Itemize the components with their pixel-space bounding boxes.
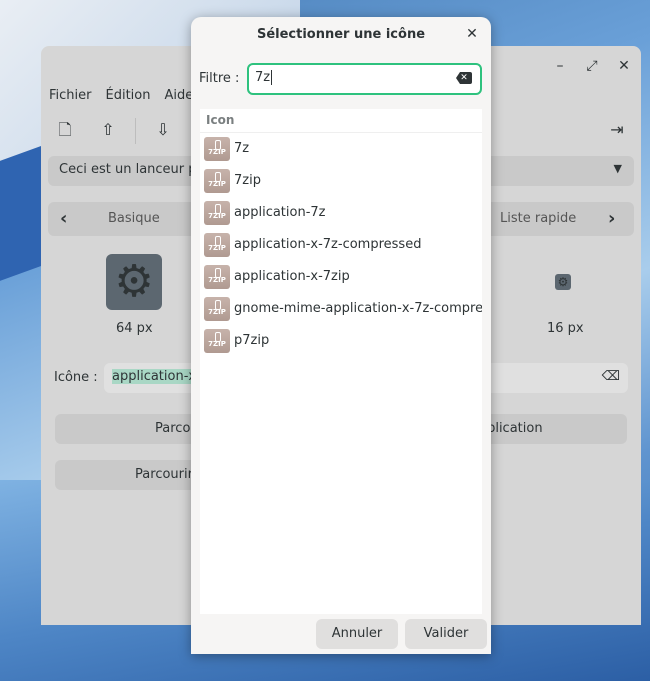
download-icon[interactable]: ⇩ xyxy=(153,120,173,140)
list-item[interactable]: 7ZIP 7z xyxy=(200,133,482,165)
upload-icon[interactable]: ⇧ xyxy=(98,120,118,140)
close-icon[interactable]: ✕ xyxy=(615,57,633,75)
menu-edition[interactable]: Édition xyxy=(106,88,151,103)
clear-icon[interactable]: ⌫ xyxy=(602,369,620,384)
7zip-archive-icon: 7ZIP xyxy=(204,233,230,257)
list-column-header[interactable]: Icon xyxy=(200,109,482,133)
list-item-label: p7zip xyxy=(234,333,270,348)
list-item-label: 7z xyxy=(234,141,250,156)
chevron-down-icon: ▼ xyxy=(613,162,622,175)
gear-icon: ⚙ xyxy=(555,274,571,290)
filter-value: 7z xyxy=(255,70,271,85)
list-item-label: application-7z xyxy=(234,205,326,220)
exit-icon[interactable]: ⇥ xyxy=(607,120,627,140)
list-item[interactable]: 7ZIP gnome-mime-application-x-7z-compre xyxy=(200,293,482,325)
list-item-label: application-x-7z-compressed xyxy=(234,237,422,252)
tab-liste-rapide[interactable]: Liste rapide xyxy=(500,211,576,226)
list-item[interactable]: 7ZIP application-7z xyxy=(200,197,482,229)
icon-list[interactable]: Icon 7ZIP 7z 7ZIP 7zip 7ZIP application-… xyxy=(200,109,482,614)
list-item[interactable]: 7ZIP p7zip xyxy=(200,325,482,357)
filter-label: Filtre : xyxy=(199,71,240,86)
new-file-icon[interactable]: 🗋 xyxy=(55,120,75,140)
7zip-archive-icon: 7ZIP xyxy=(204,201,230,225)
menu-fichier[interactable]: Fichier xyxy=(49,88,92,103)
gear-icon: ⚙ xyxy=(106,254,162,310)
menubar: Fichier Édition Aide xyxy=(49,88,193,103)
7zip-archive-icon: 7ZIP xyxy=(204,169,230,193)
ok-button[interactable]: Valider xyxy=(405,619,487,649)
menu-aide[interactable]: Aide xyxy=(164,88,193,103)
combo-value: Ceci est un lanceur p xyxy=(59,162,197,177)
list-item[interactable]: 7ZIP 7zip xyxy=(200,165,482,197)
toolbar-divider xyxy=(135,118,136,144)
dialog-title: Sélectionner une icône xyxy=(256,27,426,42)
chevron-left-icon[interactable]: ‹ xyxy=(60,208,67,229)
cancel-button[interactable]: Annuler xyxy=(316,619,398,649)
list-item-label: gnome-mime-application-x-7z-compre xyxy=(234,301,482,316)
minimize-icon[interactable]: – xyxy=(551,57,569,75)
clear-text-icon[interactable]: ✕ xyxy=(456,72,472,84)
7zip-archive-icon: 7ZIP xyxy=(204,265,230,289)
text-cursor xyxy=(271,70,273,85)
icon-name-value: application-x xyxy=(112,369,197,384)
chevron-right-icon[interactable]: › xyxy=(608,208,615,229)
ok-button-label: Valider xyxy=(423,626,469,641)
list-item[interactable]: 7ZIP application-x-7zip xyxy=(200,261,482,293)
list-item[interactable]: 7ZIP application-x-7z-compressed xyxy=(200,229,482,261)
cancel-button-label: Annuler xyxy=(331,626,383,641)
list-item-label: application-x-7zip xyxy=(234,269,350,284)
size-label-16: 16 px xyxy=(547,321,584,336)
7zip-archive-icon: 7ZIP xyxy=(204,297,230,321)
select-icon-dialog: Sélectionner une icône ✕ Filtre : 7z ✕ I… xyxy=(191,17,491,654)
list-item-label: 7zip xyxy=(234,173,261,188)
maximize-icon[interactable]: ⤢ xyxy=(583,57,601,75)
7zip-archive-icon: 7ZIP xyxy=(204,329,230,353)
size-label-64: 64 px xyxy=(116,321,153,336)
7zip-archive-icon: 7ZIP xyxy=(204,137,230,161)
close-icon[interactable]: ✕ xyxy=(463,25,481,43)
filter-input[interactable]: 7z ✕ xyxy=(247,63,482,95)
icon-label: Icône : xyxy=(54,370,98,385)
tab-basique[interactable]: Basique xyxy=(108,211,160,226)
